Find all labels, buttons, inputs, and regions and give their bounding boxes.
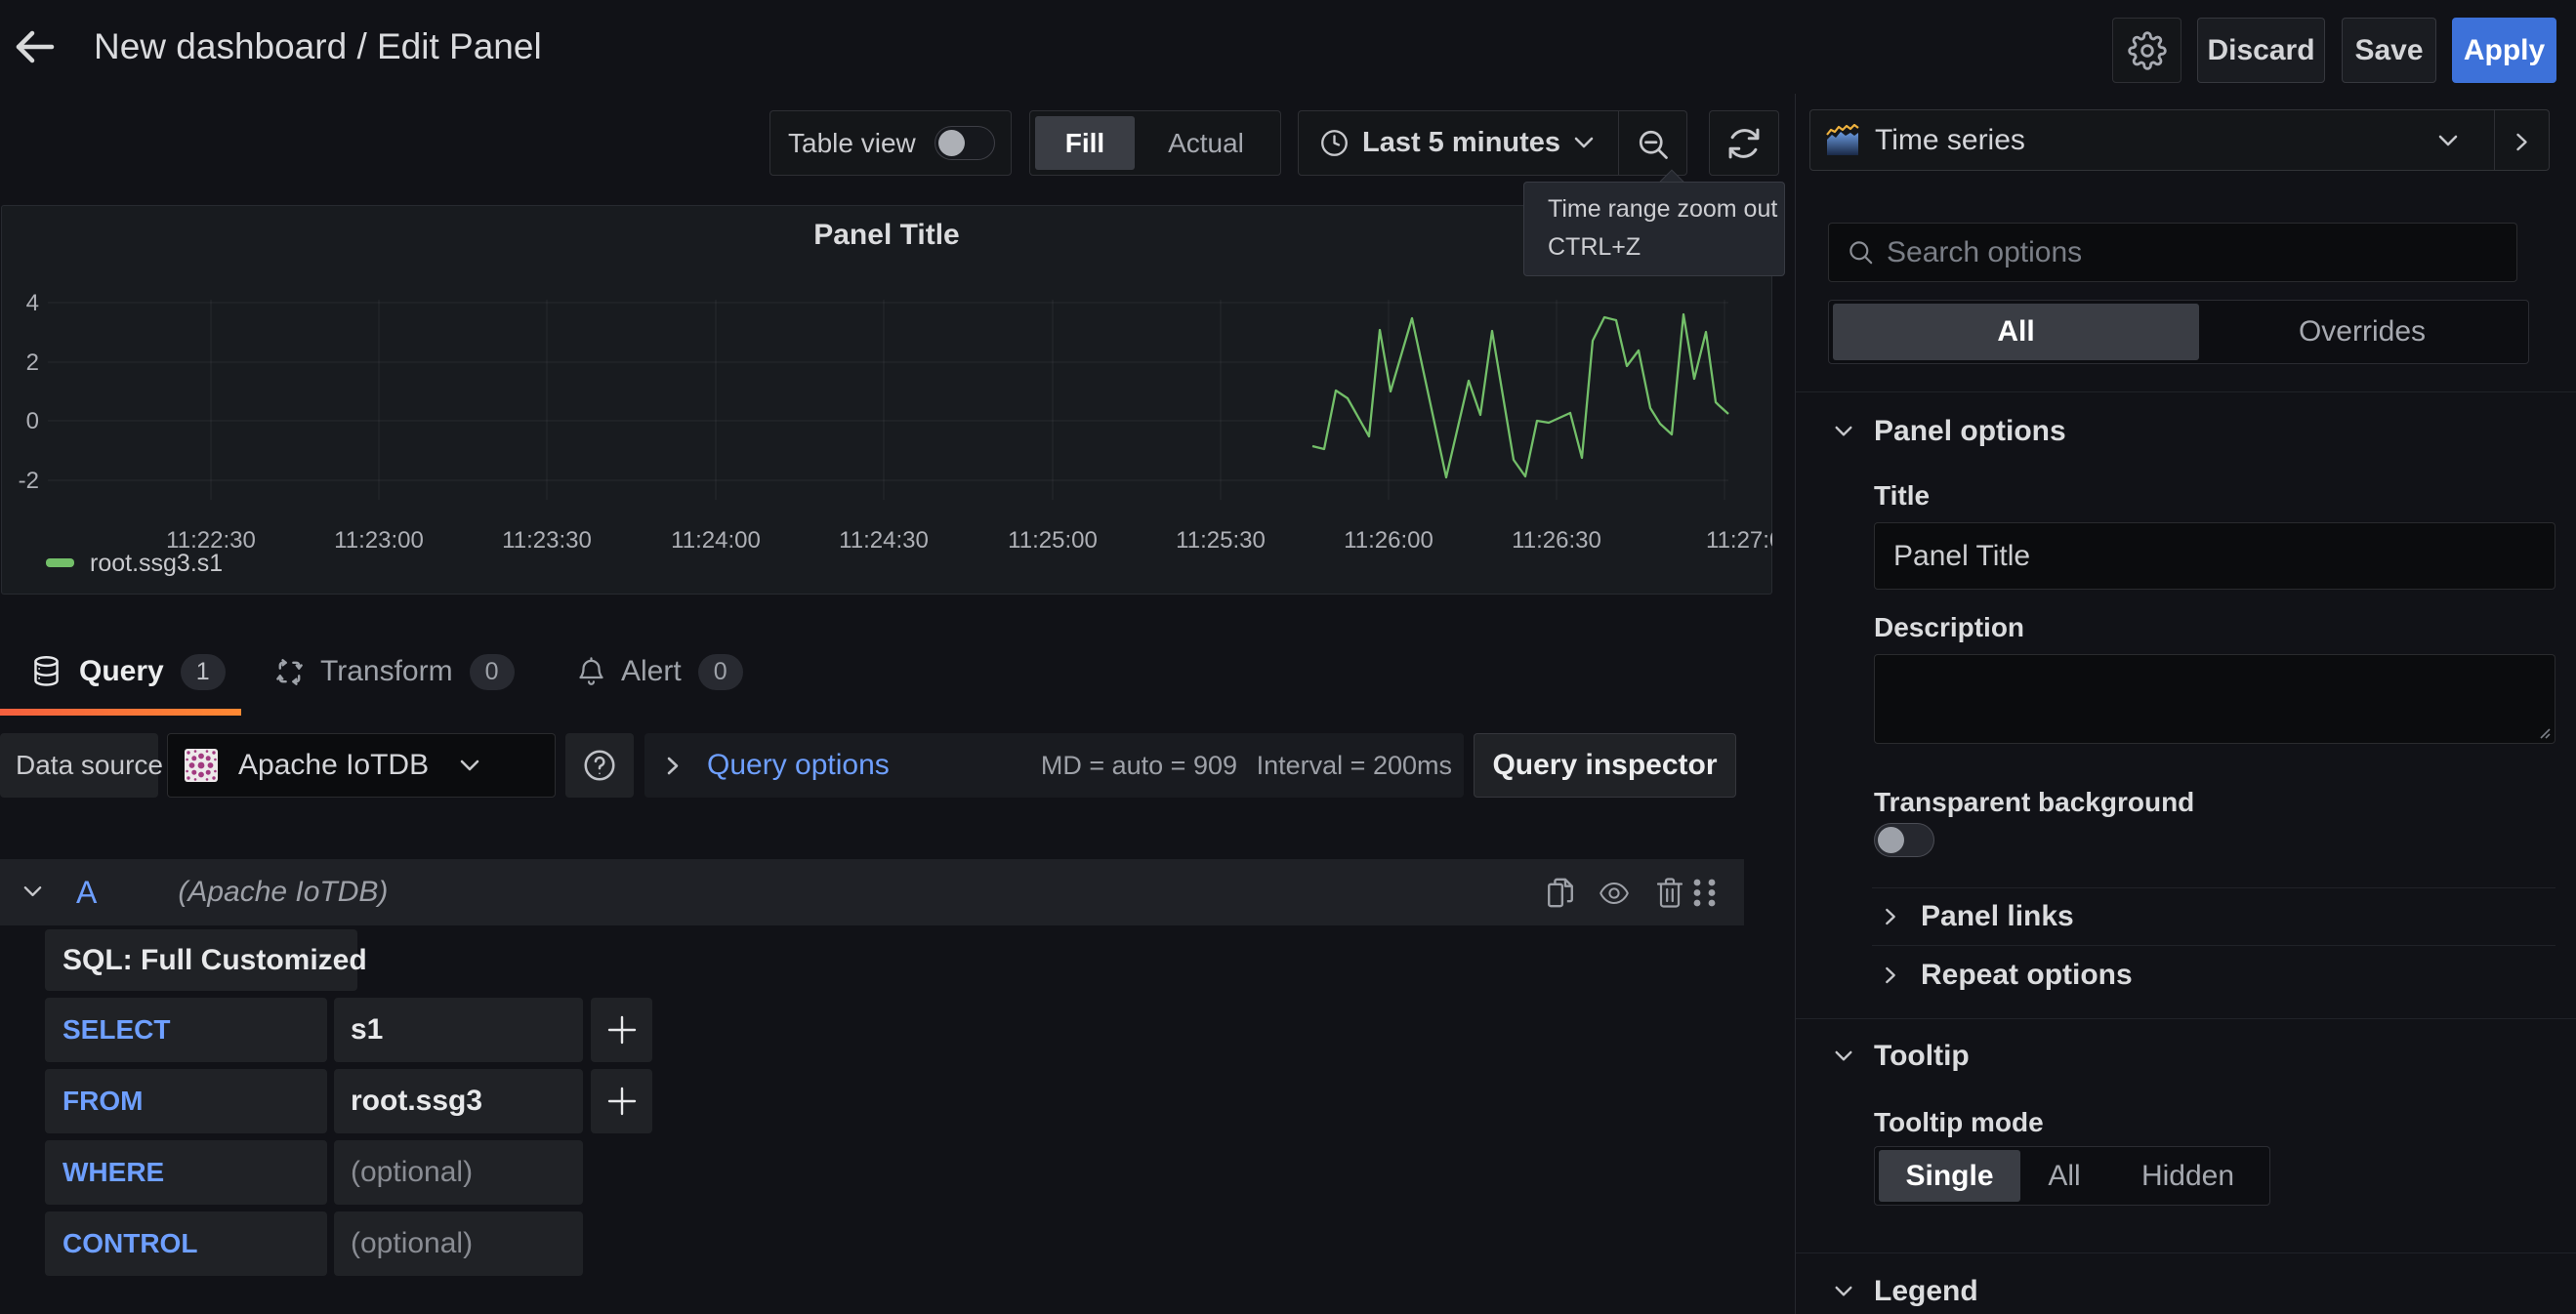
svg-text:11:24:00: 11:24:00 xyxy=(671,527,761,554)
svg-text:0: 0 xyxy=(26,408,39,434)
svg-text:11:26:30: 11:26:30 xyxy=(1512,527,1601,554)
svg-text:11:26:00: 11:26:00 xyxy=(1344,527,1433,554)
svg-text:2: 2 xyxy=(26,349,39,376)
svg-text:11:25:30: 11:25:30 xyxy=(1176,527,1266,554)
svg-text:root.ssg3.s1: root.ssg3.s1 xyxy=(90,550,223,577)
svg-text:11:25:00: 11:25:00 xyxy=(1008,527,1098,554)
svg-text:11:23:30: 11:23:30 xyxy=(502,527,592,554)
svg-text:4: 4 xyxy=(26,290,39,316)
svg-text:11:24:30: 11:24:30 xyxy=(839,527,929,554)
svg-text:-2: -2 xyxy=(19,468,39,494)
svg-text:11:27:0: 11:27:0 xyxy=(1706,527,1772,554)
svg-text:11:23:00: 11:23:00 xyxy=(334,527,424,554)
